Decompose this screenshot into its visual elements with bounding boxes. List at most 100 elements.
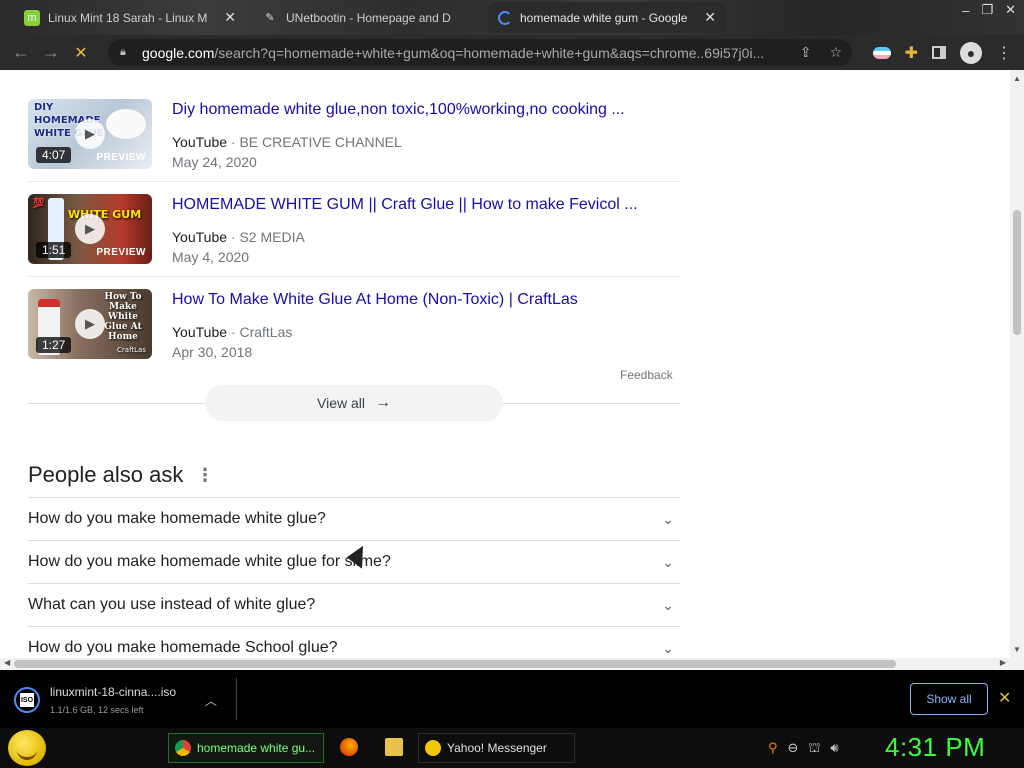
- linux-mint-icon: m: [24, 9, 40, 26]
- tab-linux-mint[interactable]: m Linux Mint 18 Sarah - Linux M ✕: [14, 2, 246, 33]
- search-icon[interactable]: ⚲: [768, 740, 778, 758]
- preview-label: PREVIEW: [96, 152, 146, 163]
- video-date: Apr 30, 2018: [172, 344, 253, 360]
- question-text: How do you make homemade School glue?: [28, 639, 338, 656]
- taskbar-chrome-window[interactable]: homemade white gu...: [168, 733, 324, 763]
- hundred-emoji-icon: 💯︎: [32, 198, 45, 209]
- video-platform: YouTube: [172, 324, 228, 340]
- scroll-up-icon[interactable]: ▲: [1013, 74, 1021, 83]
- glue-bowl-image: [106, 109, 146, 139]
- scrollbar-thumb[interactable]: [14, 660, 896, 668]
- extensions-puzzle-icon[interactable]: ✚: [905, 43, 918, 63]
- forward-arrow-icon[interactable]: →: [36, 42, 66, 63]
- task-label: Yahoo! Messenger: [447, 741, 547, 755]
- bookmark-star-icon[interactable]: ☆: [829, 44, 842, 61]
- url-path: /search?q=homemade+white+gum&oq=homemade…: [214, 44, 765, 61]
- close-tab-icon[interactable]: ✕: [216, 9, 236, 26]
- question-row[interactable]: How do you make homemade white glue? ⌄: [28, 497, 680, 540]
- play-icon[interactable]: ▶: [75, 309, 105, 339]
- horizontal-scrollbar[interactable]: ◀ ▶: [0, 658, 1010, 670]
- minimize-icon[interactable]: –: [962, 3, 969, 18]
- taskbar-yahoo-messenger[interactable]: Yahoo! Messenger: [418, 733, 575, 763]
- video-duration: 1:51: [36, 242, 72, 258]
- taskbar-clock[interactable]: 4:31 PM: [885, 732, 985, 763]
- video-platform: YouTube: [172, 134, 228, 150]
- chevron-down-icon[interactable]: ⌄: [662, 597, 674, 614]
- chevron-down-icon[interactable]: ⌄: [662, 640, 674, 657]
- video-date: May 4, 2020: [172, 249, 250, 265]
- extension-flag-icon[interactable]: [872, 46, 891, 59]
- question-text: What can you use instead of white glue?: [28, 596, 316, 613]
- start-menu-smiley-icon[interactable]: [8, 730, 46, 766]
- window-controls: – ❐ ✕: [962, 0, 1016, 20]
- folder-icon[interactable]: [385, 738, 403, 756]
- address-bar[interactable]: 🔒︎ google.com/search?q=homemade+white+gu…: [108, 39, 852, 66]
- video-result[interactable]: WHITE GUM 💯︎ ▶ 1:51 PREVIEW HOMEMADE WHI…: [28, 182, 680, 277]
- network-icon[interactable]: ⛫: [808, 740, 820, 758]
- video-source: YouTube · BE CREATIVE CHANNEL: [172, 134, 402, 150]
- yahoo-messenger-icon: [425, 740, 441, 756]
- close-tab-icon[interactable]: ✕: [696, 9, 716, 26]
- chevron-down-icon[interactable]: ⌄: [662, 554, 674, 571]
- search-results-page: DIY HOMEMADE WHITE GLUE ▶ 4:07 PREVIEW D…: [0, 70, 1010, 658]
- show-all-button[interactable]: Show all: [910, 683, 988, 715]
- maximize-icon[interactable]: ❐: [981, 2, 993, 18]
- tab-unetbootin[interactable]: ✎ UNetbootin - Homepage and D: [252, 2, 484, 33]
- iso-file-icon: ISO: [14, 687, 40, 713]
- question-row[interactable]: What can you use instead of white glue? …: [28, 583, 680, 626]
- profile-avatar-icon[interactable]: ●: [960, 41, 982, 64]
- download-item[interactable]: ISO linuxmint-18-cinna....iso 1.1/1.6 GB…: [14, 680, 236, 720]
- chevron-down-icon[interactable]: ⌄: [662, 511, 674, 528]
- play-icon[interactable]: ▶: [75, 119, 105, 149]
- scroll-down-icon[interactable]: ▼: [1013, 645, 1021, 654]
- question-text: How do you make homemade white glue?: [28, 510, 326, 527]
- video-channel: CraftLas: [239, 324, 293, 340]
- side-panel-icon[interactable]: [932, 46, 946, 59]
- tab-google-search[interactable]: homemade white gum - Google ✕: [488, 2, 726, 33]
- lock-icon[interactable]: 🔒︎: [120, 46, 132, 59]
- video-channel: BE CREATIVE CHANNEL: [239, 134, 402, 150]
- more-options-icon[interactable]: ⋮: [196, 465, 214, 486]
- video-title-link[interactable]: HOMEMADE WHITE GUM || Craft Glue || How …: [172, 196, 638, 214]
- arrow-right-icon: →: [375, 394, 391, 411]
- os-taskbar: homemade white gu... Yahoo! Messenger ⚲ …: [0, 728, 1024, 768]
- chevron-up-icon[interactable]: ︿: [205, 692, 217, 709]
- feedback-link[interactable]: Feedback: [620, 368, 673, 382]
- update-icon[interactable]: ⊖: [788, 740, 799, 758]
- scroll-left-icon[interactable]: ◀: [4, 658, 10, 667]
- play-icon[interactable]: ▶: [75, 214, 105, 244]
- video-thumbnail[interactable]: How To Make White Glue At Home ▶ 1:27 Cr…: [28, 289, 152, 359]
- url-host: google.com: [142, 44, 215, 61]
- close-icon[interactable]: ✕: [998, 688, 1011, 708]
- scrollbar-thumb[interactable]: [1013, 210, 1021, 335]
- vertical-scrollbar[interactable]: ▲ ▼: [1010, 70, 1024, 658]
- view-all-label: View all: [317, 395, 365, 411]
- video-result[interactable]: How To Make White Glue At Home ▶ 1:27 Cr…: [28, 277, 680, 372]
- video-title-link[interactable]: How To Make White Glue At Home (Non-Toxi…: [172, 291, 578, 309]
- volume-icon[interactable]: 🔊︎: [830, 740, 838, 758]
- video-result[interactable]: DIY HOMEMADE WHITE GLUE ▶ 4:07 PREVIEW D…: [28, 87, 680, 182]
- question-row[interactable]: How do you make homemade School glue? ⌄: [28, 626, 680, 658]
- stop-loading-icon[interactable]: ✕: [66, 43, 96, 63]
- tab-label: homemade white gum - Google: [520, 10, 688, 25]
- preview-label: PREVIEW: [96, 247, 146, 258]
- back-arrow-icon[interactable]: ←: [6, 42, 36, 63]
- video-thumbnail[interactable]: DIY HOMEMADE WHITE GLUE ▶ 4:07 PREVIEW: [28, 99, 152, 169]
- scroll-right-icon[interactable]: ▶: [1000, 658, 1006, 667]
- video-thumbnail[interactable]: WHITE GUM 💯︎ ▶ 1:51 PREVIEW: [28, 194, 152, 264]
- video-platform: YouTube: [172, 229, 228, 245]
- browser-tab-strip: m Linux Mint 18 Sarah - Linux M ✕ ✎ UNet…: [0, 0, 1024, 35]
- scrollbar-corner: [1010, 658, 1024, 670]
- view-all-button[interactable]: View all →: [205, 385, 503, 421]
- video-source: YouTube · S2 MEDIA: [172, 229, 305, 245]
- video-title-link[interactable]: Diy homemade white glue,non toxic,100%wo…: [172, 101, 625, 119]
- video-source: YouTube · CraftLas: [172, 324, 293, 340]
- loading-spinner-icon: [498, 10, 512, 25]
- firefox-icon[interactable]: [340, 738, 358, 756]
- menu-kebab-icon[interactable]: ⋮: [996, 43, 1012, 63]
- thumbnail-brand: CraftLas: [117, 346, 146, 354]
- browser-toolbar: ← → ✕ 🔒︎ google.com/search?q=homemade+wh…: [0, 35, 1024, 70]
- share-icon[interactable]: ⇪: [800, 44, 812, 61]
- unetbootin-icon: ✎: [265, 12, 275, 24]
- close-window-icon[interactable]: ✕: [1005, 2, 1016, 18]
